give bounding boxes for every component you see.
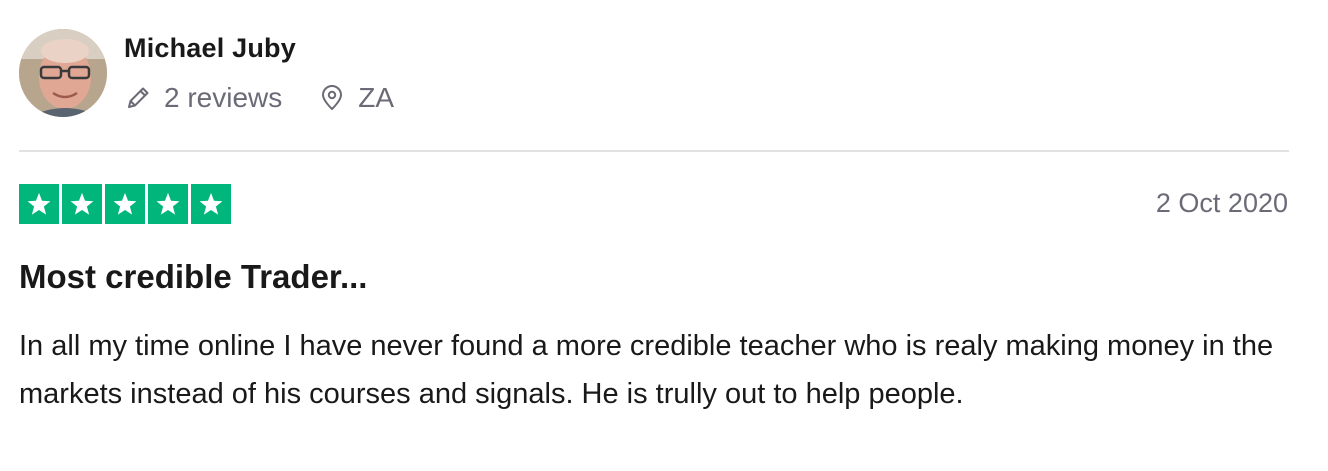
divider bbox=[19, 150, 1289, 152]
country-code: ZA bbox=[358, 82, 395, 113]
star-icon bbox=[19, 184, 59, 224]
reviews-count[interactable]: 2 reviews bbox=[124, 82, 282, 114]
star-icon bbox=[191, 184, 231, 224]
location-pin-icon bbox=[318, 84, 346, 112]
reviews-count-label: 2 reviews bbox=[164, 82, 283, 113]
avatar[interactable] bbox=[19, 29, 107, 117]
pencil-icon bbox=[124, 84, 152, 112]
reviewer-location: ZA bbox=[318, 82, 394, 114]
review-card: Michael Juby 2 reviews ZA 2 Oct 2020 Mos… bbox=[0, 0, 1328, 471]
review-date: 2 Oct 2020 bbox=[1155, 188, 1288, 218]
star-icon bbox=[62, 184, 102, 224]
star-icon bbox=[148, 184, 188, 224]
star-rating bbox=[19, 184, 231, 224]
avatar-photo bbox=[19, 29, 107, 117]
review-body: In all my time online I have never found… bbox=[19, 330, 1274, 410]
reviewer-meta: 2 reviews ZA bbox=[124, 80, 394, 116]
reviewer-name[interactable]: Michael Juby bbox=[124, 33, 296, 64]
review-title[interactable]: Most credible Trader... bbox=[19, 258, 367, 296]
star-icon bbox=[105, 184, 145, 224]
